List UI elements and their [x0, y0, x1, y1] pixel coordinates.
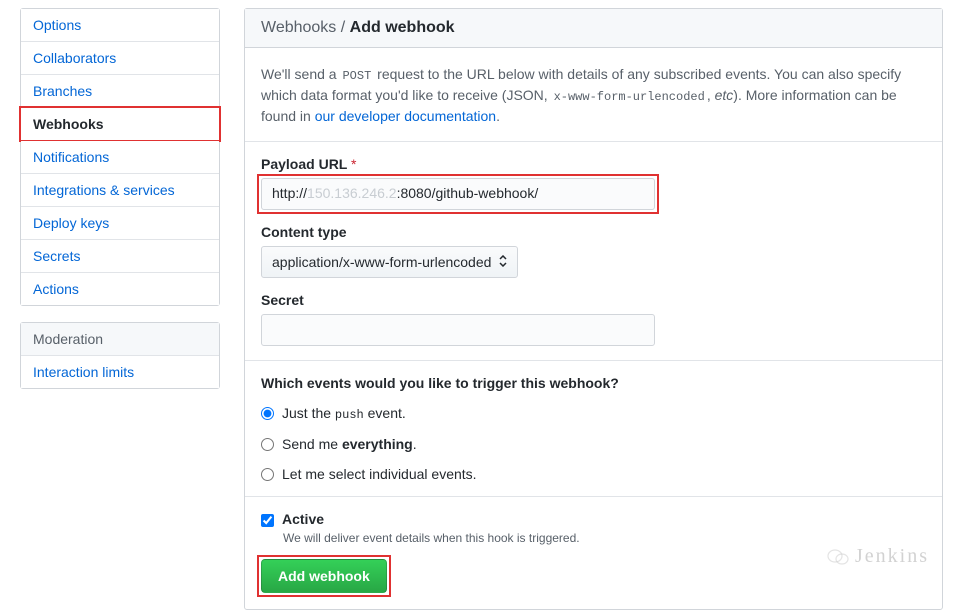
sidebar-item-collaborators[interactable]: Collaborators	[21, 42, 219, 75]
events-radio-individual[interactable]	[261, 468, 274, 481]
events-radio-push-label[interactable]: Just the push event.	[282, 405, 406, 422]
sidebar-item-actions[interactable]: Actions	[21, 273, 219, 305]
sidebar-group-header: Moderation	[21, 323, 219, 356]
sidebar-item-secrets[interactable]: Secrets	[21, 240, 219, 273]
chevron-updown-icon	[499, 255, 507, 270]
sidebar-item-branches[interactable]: Branches	[21, 75, 219, 108]
sidebar-item-notifications[interactable]: Notifications	[21, 141, 219, 174]
events-title: Which events would you like to trigger t…	[261, 375, 926, 391]
main-panel: Webhooks / Add webhook We'll send a POST…	[244, 8, 943, 610]
events-radio-individual-label[interactable]: Let me select individual events.	[282, 466, 477, 482]
breadcrumb-current: Add webhook	[350, 19, 455, 36]
sidebar-item-deploy-keys[interactable]: Deploy keys	[21, 207, 219, 240]
payload-url-label: Payload URL *	[261, 156, 926, 172]
breadcrumb: Webhooks / Add webhook	[245, 9, 942, 48]
sidebar-settings-group: Options Collaborators Branches Webhooks …	[20, 8, 220, 306]
secret-input[interactable]	[261, 314, 655, 346]
sidebar-item-options[interactable]: Options	[21, 9, 219, 42]
sidebar-item-label: Webhooks	[33, 116, 104, 132]
sidebar-item-interaction-limits[interactable]: Interaction limits	[21, 356, 219, 388]
content-type-label: Content type	[261, 224, 926, 240]
payload-url-input[interactable]: http://150.136.246.2:8080/github-webhook…	[261, 178, 655, 210]
active-label[interactable]: Active	[282, 511, 324, 527]
developer-docs-link[interactable]: our developer documentation	[315, 108, 496, 124]
breadcrumb-parent[interactable]: Webhooks	[261, 19, 336, 36]
secret-label: Secret	[261, 292, 926, 308]
events-radio-push[interactable]	[261, 407, 274, 420]
events-radio-everything-label[interactable]: Send me everything.	[282, 436, 417, 452]
sidebar-item-integrations[interactable]: Integrations & services	[21, 174, 219, 207]
events-radio-everything[interactable]	[261, 438, 274, 451]
intro-text: We'll send a POST request to the URL bel…	[261, 64, 926, 127]
sidebar-moderation-group: Moderation Interaction limits	[20, 322, 220, 389]
active-checkbox[interactable]	[261, 514, 274, 527]
sidebar-item-webhooks[interactable]: Webhooks	[21, 108, 219, 141]
content-type-value: application/x-www-form-urlencoded	[272, 254, 491, 270]
active-description: We will deliver event details when this …	[283, 531, 926, 545]
content-type-select[interactable]: application/x-www-form-urlencoded	[261, 246, 518, 278]
